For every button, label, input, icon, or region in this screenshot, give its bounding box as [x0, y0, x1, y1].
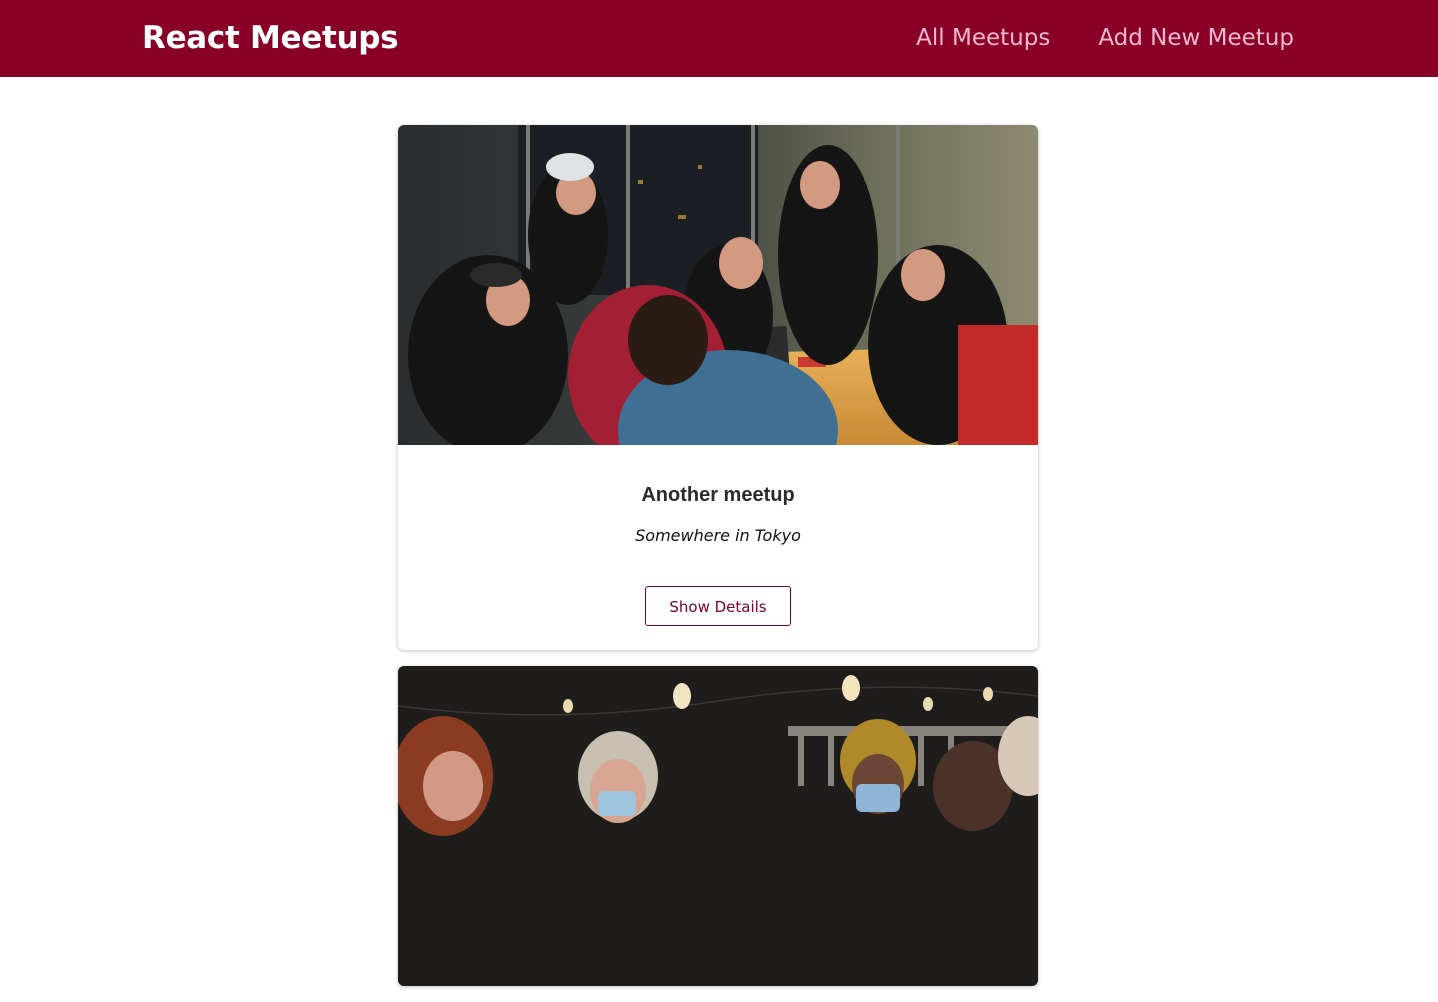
meetup-address: Somewhere in Tokyo: [635, 526, 801, 545]
meetup-card-actions: Show Details: [398, 546, 1038, 650]
meetup-card: Another meetup Somewhere in Tokyo Show D…: [398, 125, 1038, 650]
meetup-list: Another meetup Somewhere in Tokyo Show D…: [398, 125, 1038, 1002]
main-navigation: All Meetups Add New Meetup: [916, 25, 1294, 51]
site-logo: React Meetups: [142, 20, 399, 56]
nav-link-all-meetups[interactable]: All Meetups: [916, 25, 1050, 51]
meetup-card-content: Another meetup Somewhere in Tokyo: [398, 445, 1038, 546]
main-header: React Meetups All Meetups Add New Meetup: [0, 0, 1438, 77]
meetup-title: Another meetup: [641, 484, 795, 506]
meetup-image: [398, 666, 1038, 986]
show-details-button[interactable]: Show Details: [645, 586, 791, 626]
meetup-card: [398, 666, 1038, 986]
meetup-image: [398, 125, 1038, 445]
nav-link-add-new-meetup[interactable]: Add New Meetup: [1098, 25, 1294, 51]
